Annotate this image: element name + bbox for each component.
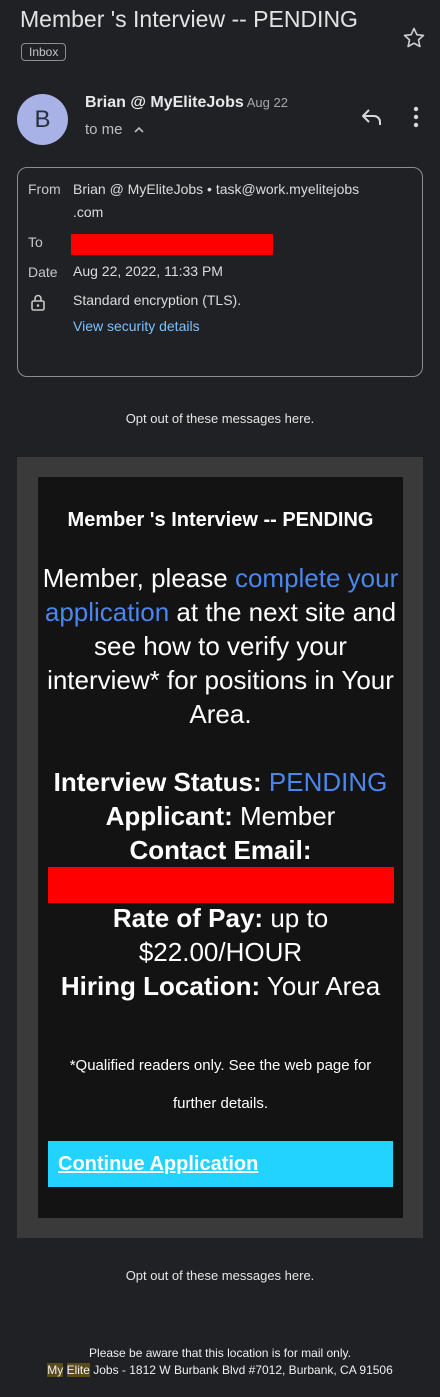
body-title: Member 's Interview -- PENDING <box>67 509 374 531</box>
opt-out-link-top[interactable]: Opt out of these messages here. <box>0 411 440 426</box>
note-line-2: further details. <box>172 1095 269 1112</box>
applicant-value: Member <box>239 801 336 831</box>
message-details-panel: From Brian @ MyEliteJobs • task@work.mye… <box>17 167 423 377</box>
from-value: Brian @ MyEliteJobs • task@work.myelitej… <box>73 178 359 224</box>
redacted-recipient <box>71 234 273 255</box>
footer-address: My Elite Jobs - 1812 W Burbank Blvd #701… <box>0 1362 440 1379</box>
recipient-toggle[interactable]: to me <box>85 121 145 138</box>
to-me-label: to me <box>85 121 123 138</box>
interview-status-line: Interview Status: PENDING <box>38 765 403 799</box>
qualification-note: *Qualified readers only. See the web pag… <box>48 1047 393 1123</box>
pay-value-1: up to <box>270 903 329 933</box>
location-label: Hiring Location: <box>60 971 261 1001</box>
view-security-details-link[interactable]: View security details <box>73 315 200 338</box>
reply-icon[interactable] <box>359 104 385 130</box>
para-text-1: Member, please <box>42 563 235 593</box>
from-label: From <box>28 181 61 197</box>
contact-email-line: Contact Email: <box>38 833 403 867</box>
applicant-label: Applicant: <box>105 801 233 831</box>
body-paragraph: Member, please complete your application… <box>38 561 403 731</box>
lock-icon <box>31 294 45 311</box>
status-label: Interview Status: <box>53 767 262 797</box>
chevron-up-icon <box>134 126 144 133</box>
footer-notice: Please be aware that this location is fo… <box>89 1346 351 1360</box>
inbox-label-chip[interactable]: Inbox <box>21 43 67 61</box>
date-value: Aug 22, 2022, 11:33 PM <box>73 263 223 279</box>
continue-application-button[interactable]: Continue Application <box>48 1141 393 1187</box>
address-text: Jobs - 1812 W Burbank Blvd #7012, Burban… <box>89 1363 393 1377</box>
date-label: Date <box>28 264 58 280</box>
sender-line[interactable]: Brian @ MyEliteJobs Aug 22 <box>85 94 288 112</box>
from-address: Brian @ MyEliteJobs • task@work.myelitej… <box>73 181 360 197</box>
email-view: Member 's Interview -- PENDING Inbox B B… <box>0 0 440 1397</box>
sender-name: Brian @ MyEliteJobs <box>85 94 244 111</box>
sender-avatar[interactable]: B <box>17 94 68 145</box>
hiring-location-line: Hiring Location: Your Area <box>38 969 403 1003</box>
opt-out-link-bottom[interactable]: Opt out of these messages here. <box>0 1268 440 1283</box>
brand-elite: Elite <box>66 1363 90 1377</box>
from-address-cont: .com <box>73 204 104 220</box>
location-value: Your Area <box>266 971 381 1001</box>
status-value: PENDING <box>268 767 388 797</box>
email-body-content: Member 's Interview -- PENDING Member, p… <box>38 477 403 1218</box>
contact-email-label: Contact Email: <box>129 835 312 865</box>
to-label: To <box>28 234 43 250</box>
more-vert-icon[interactable] <box>408 104 424 130</box>
pay-amount-line: $22.00/HOUR <box>138 937 303 967</box>
brand-my: My <box>47 1363 64 1377</box>
sender-date: Aug 22 <box>246 95 288 110</box>
note-line-1: *Qualified readers only. See the web pag… <box>69 1057 372 1074</box>
email-subject: Member 's Interview -- PENDING <box>20 6 358 32</box>
pay-label: Rate of Pay: <box>112 903 264 933</box>
rate-of-pay-line: Rate of Pay: up to <box>38 901 403 935</box>
encryption-text: Standard encryption (TLS). <box>73 292 242 308</box>
redacted-email <box>48 867 394 903</box>
star-icon[interactable] <box>402 26 426 50</box>
applicant-line: Applicant: Member <box>38 799 403 833</box>
footer: Please be aware that this location is fo… <box>0 1345 440 1379</box>
